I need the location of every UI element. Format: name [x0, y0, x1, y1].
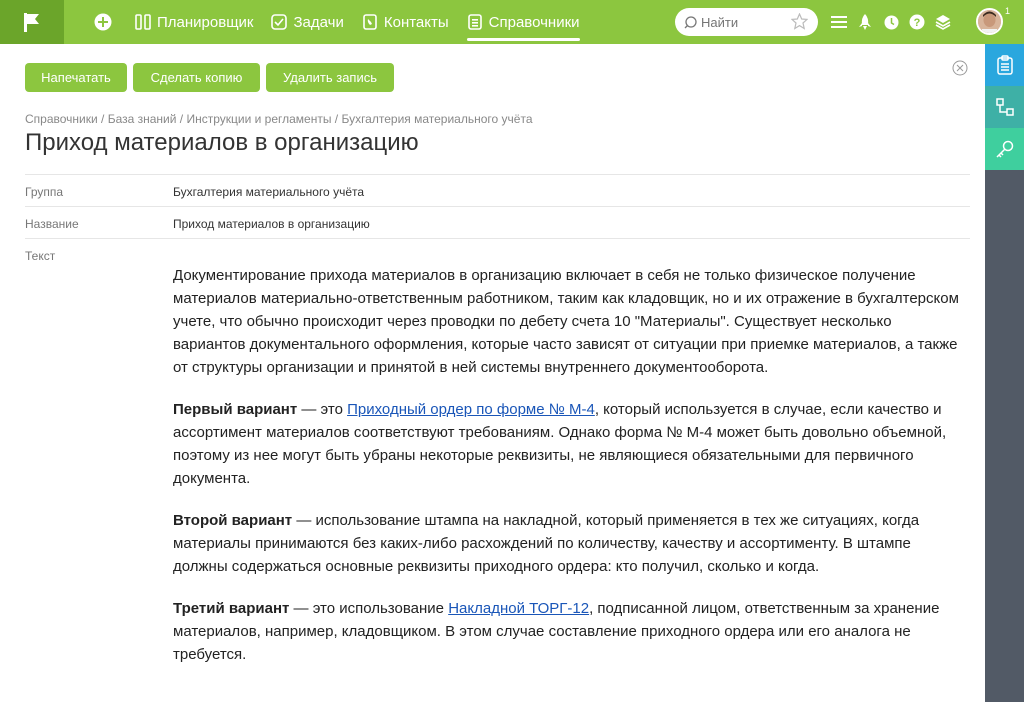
app-logo[interactable] [0, 0, 64, 44]
paragraph: Документирование прихода материалов в ор… [173, 267, 959, 376]
help-button[interactable]: ? [904, 0, 930, 44]
hamburger-icon [831, 16, 847, 28]
top-navigation-bar: Планировщик Задачи Контакты Справочники … [0, 0, 1024, 44]
clipboard-button[interactable] [985, 44, 1024, 86]
list-book-icon [467, 14, 482, 30]
star-icon[interactable] [791, 13, 808, 30]
nav-item-planner[interactable]: Планировщик [135, 0, 253, 44]
svg-text:?: ? [914, 17, 921, 29]
key-icon [995, 140, 1013, 158]
breadcrumb[interactable]: Справочники / База знаний / Инструкции и… [25, 112, 533, 126]
paragraph-text: — это использование [289, 600, 449, 617]
clipboard-icon [996, 55, 1013, 75]
layers-button[interactable] [930, 0, 956, 44]
field-value: Приход материалов в организацию [173, 217, 370, 231]
nav-item-label: Планировщик [157, 13, 254, 31]
content-area: Напечатать Сделать копию Удалить запись … [0, 44, 985, 702]
nav-item-label: Справочники [488, 13, 580, 31]
make-copy-button[interactable]: Сделать копию [133, 63, 260, 92]
field-row-group: Группа Бухгалтерия материального учёта [25, 174, 970, 206]
flag-logo-icon [24, 13, 39, 32]
paragraph-text: — это [297, 401, 348, 418]
paragraph-heading: Второй вариант [173, 512, 293, 529]
main-nav: Планировщик Задачи Контакты Справочники [135, 0, 598, 44]
layers-icon [935, 15, 951, 30]
torg12-link[interactable]: Накладной ТОРГ-12 [448, 600, 589, 617]
field-value: Бухгалтерия материального учёта [173, 185, 365, 199]
nav-item-tasks[interactable]: Задачи [271, 0, 344, 44]
paragraph-heading: Первый вариант [173, 401, 298, 418]
rocket-button[interactable] [852, 0, 878, 44]
field-label: Текст [25, 249, 56, 263]
user-avatar[interactable] [976, 8, 1003, 35]
nav-item-label: Задачи [293, 13, 344, 31]
m4-form-link[interactable]: Приходный ордер по форме № М-4 [347, 401, 595, 418]
phone-book-icon [363, 14, 377, 30]
notification-count: 1 [1005, 6, 1011, 16]
paragraph: Третий вариант — это использование Накла… [173, 597, 963, 666]
field-label: Название [25, 217, 79, 231]
hierarchy-icon [995, 98, 1014, 116]
plus-circle-icon [94, 13, 112, 31]
close-icon[interactable] [952, 60, 968, 76]
relations-button[interactable] [985, 86, 1024, 128]
search-box[interactable] [675, 8, 818, 36]
search-icon [684, 15, 697, 28]
clock-icon [884, 15, 898, 29]
user-photo-icon [978, 10, 1001, 33]
nav-item-contacts[interactable]: Контакты [362, 0, 449, 44]
article-text: Документирование прихода материалов в ор… [173, 264, 963, 685]
right-sidebar [985, 44, 1024, 702]
menu-button[interactable] [826, 0, 852, 44]
clock-button[interactable] [878, 0, 904, 44]
top-icons: ? [826, 0, 956, 44]
columns-icon [135, 14, 151, 30]
paragraph-heading: Третий вариант [173, 600, 290, 617]
key-button[interactable] [985, 128, 1024, 170]
nav-item-label: Контакты [383, 13, 449, 31]
print-button[interactable]: Напечатать [25, 63, 127, 92]
paragraph: Первый вариант — это Приходный ордер по … [173, 398, 963, 490]
page-title: Приход материалов в организацию [25, 129, 419, 156]
rocket-icon [859, 14, 871, 30]
search-input[interactable] [701, 14, 781, 30]
nav-item-directories[interactable]: Справочники [466, 0, 580, 44]
add-button[interactable] [91, 10, 115, 34]
help-icon: ? [909, 14, 925, 30]
delete-record-button[interactable]: Удалить запись [266, 63, 394, 92]
field-label: Группа [25, 185, 64, 199]
field-row-name: Название Приход материалов в организацию [25, 206, 970, 238]
checkbox-icon [271, 14, 288, 30]
paragraph: Второй вариант — использование штампа на… [173, 509, 963, 578]
